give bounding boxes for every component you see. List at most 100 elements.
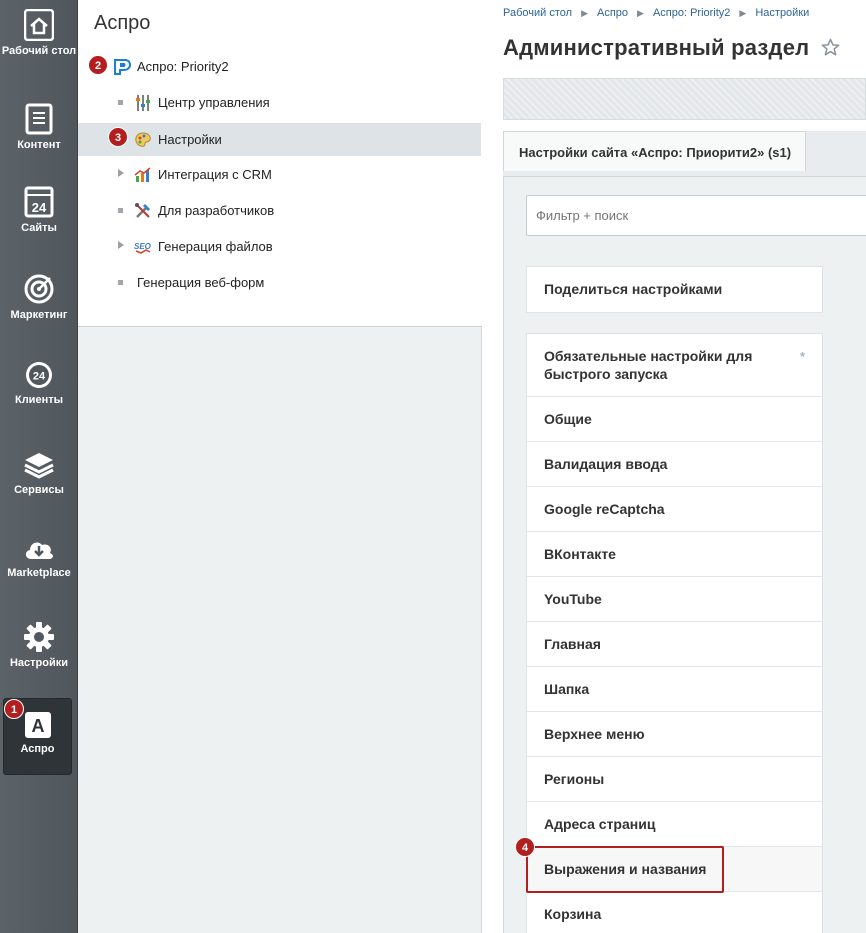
step-badge-2: 2 <box>88 55 108 75</box>
section-item-top-menu[interactable]: Верхнее меню <box>527 712 822 757</box>
menu-item-control-center[interactable]: Центр управления <box>78 86 481 118</box>
sidebar-item-marketing[interactable]: Маркетинг <box>0 273 78 321</box>
palette-icon <box>135 132 151 147</box>
section-label: YouTube <box>544 591 602 607</box>
section-item-cart[interactable]: Корзина <box>527 892 822 933</box>
bullet-icon <box>118 208 123 213</box>
section-item-recaptcha[interactable]: Google reCaptcha <box>527 487 822 532</box>
menu-item-label: Центр управления <box>158 95 270 110</box>
sidebar-item-settings[interactable]: Настройки <box>0 621 78 669</box>
bullet-icon <box>118 100 123 105</box>
sidebar-label: Сайты <box>21 222 57 234</box>
sidebar-label: Настройки <box>9 657 69 669</box>
star-icon[interactable] <box>821 38 840 57</box>
breadcrumb-link-settings[interactable]: Настройки <box>755 7 809 19</box>
tools-icon <box>135 203 150 218</box>
step-badge-1: 1 <box>4 699 24 719</box>
section-menu: Аспро Аспро: Priority2 Центр управления <box>78 0 482 327</box>
target-icon <box>24 274 54 304</box>
breadcrumb-link-aspro[interactable]: Аспро <box>597 7 628 19</box>
sidebar-label: Marketplace <box>7 567 71 579</box>
clients-24-icon: 24 <box>26 362 52 388</box>
svg-text:24: 24 <box>33 371 46 383</box>
sidebar-item-desktop[interactable]: Рабочий стол <box>0 9 78 57</box>
section-item-regions[interactable]: Регионы <box>527 757 822 802</box>
settings-sections-list: Обязательные настройки для быстрого запу… <box>526 333 823 933</box>
section-label: Обязательные настройки для быстрого запу… <box>544 348 753 382</box>
sidebar-item-services[interactable]: Сервисы <box>0 450 78 496</box>
gear-icon <box>24 622 54 652</box>
menu-item-label: Настройки <box>158 132 222 147</box>
menu-item-label: Генерация веб-форм <box>137 275 265 290</box>
section-item-main[interactable]: Главная <box>527 622 822 667</box>
page-title: Административный раздел <box>503 35 810 60</box>
section-label: Общие <box>544 411 592 427</box>
required-asterisk: * <box>799 349 805 364</box>
step-badge-3: 3 <box>108 127 128 147</box>
tab-site-settings[interactable]: Настройки сайта «Аспро: Приорити2» (s1) <box>503 131 806 171</box>
section-label: ВКонтакте <box>544 546 616 562</box>
layers-icon <box>24 453 54 479</box>
menu-item-label: Интеграция с CRM <box>158 167 272 182</box>
menu-title: Аспро <box>94 12 151 34</box>
calendar-24-icon: 24 <box>24 186 54 218</box>
menu-item-aspro-priority2[interactable]: Аспро: Priority2 <box>78 50 481 82</box>
menu-item-developers[interactable]: Для разработчиков <box>78 194 481 226</box>
main-sidebar: Рабочий стол Контент 24 Сайты Маркетинг … <box>0 0 78 933</box>
main-content: Рабочий стол ▶ Аспро ▶ Аспро: Priority2 ▶ Наст… <box>482 0 866 933</box>
section-item-header[interactable]: Шапка <box>527 667 822 712</box>
breadcrumb-link-priority2[interactable]: Аспро: Priority2 <box>653 7 730 19</box>
sidebar-label: Сервисы <box>14 484 64 496</box>
section-item-input-validation[interactable]: Валидация ввода <box>527 442 822 487</box>
svg-text:SEO: SEO <box>134 242 152 251</box>
sidebar-label: Контент <box>17 139 61 151</box>
search-input[interactable] <box>526 195 866 236</box>
breadcrumb-separator-icon: ▶ <box>581 8 588 18</box>
svg-text:A: A <box>31 716 44 736</box>
expand-arrow-icon[interactable] <box>118 169 124 177</box>
menu-item-label: Аспро: Priority2 <box>137 59 229 74</box>
section-item-general[interactable]: Общие <box>527 397 822 442</box>
menu-item-file-generation[interactable]: SEO Генерация файлов <box>78 230 481 262</box>
sidebar-item-marketplace[interactable]: Marketplace <box>0 535 78 579</box>
section-label: Регионы <box>544 771 605 787</box>
svg-text:24: 24 <box>32 200 47 215</box>
section-label: Google reCaptcha <box>544 501 665 517</box>
section-label: Верхнее меню <box>544 726 645 742</box>
aspro-a-icon: A <box>24 712 51 738</box>
toolbar-strip <box>503 78 866 120</box>
highlight-frame <box>526 846 724 893</box>
menu-item-crm-integration[interactable]: Интеграция с CRM <box>78 158 481 190</box>
settings-panel: Поделиться настройками Обязательные наст… <box>503 177 866 933</box>
home-icon <box>24 9 54 41</box>
section-label: Шапка <box>544 681 590 697</box>
section-menu-panel: Аспро Аспро: Priority2 Центр управления <box>78 0 482 933</box>
section-label: Валидация ввода <box>544 456 668 472</box>
menu-item-settings[interactable]: Настройки <box>78 123 481 156</box>
sidebar-item-clients[interactable]: 24 Клиенты <box>0 360 78 406</box>
section-item-vkontakte[interactable]: ВКонтакте <box>527 532 822 577</box>
control-center-icon <box>136 95 150 111</box>
share-settings-button[interactable]: Поделиться настройками <box>527 267 822 312</box>
menu-item-webform-generation[interactable]: Генерация веб-форм <box>78 266 481 298</box>
sidebar-label: Маркетинг <box>10 309 68 321</box>
step-badge-4: 4 <box>515 837 535 857</box>
expand-arrow-icon[interactable] <box>118 241 124 249</box>
sidebar-item-sites[interactable]: 24 Сайты <box>0 186 78 234</box>
seo-icon: SEO <box>134 242 152 254</box>
share-settings-label: Поделиться настройками <box>544 281 723 297</box>
menu-item-label: Для разработчиков <box>158 203 275 218</box>
bullet-icon <box>118 280 123 285</box>
section-item-quick-start[interactable]: Обязательные настройки для быстрого запу… <box>527 334 822 397</box>
cloud-download-icon <box>25 542 53 559</box>
breadcrumb-link-desktop[interactable]: Рабочий стол <box>503 7 572 19</box>
section-item-page-addresses[interactable]: Адреса страниц <box>527 802 822 847</box>
section-item-youtube[interactable]: YouTube <box>527 577 822 622</box>
sidebar-label: Клиенты <box>14 394 63 406</box>
sidebar-label: Рабочий стол <box>1 45 77 57</box>
breadcrumb: Рабочий стол ▶ Аспро ▶ Аспро: Priority2 ▶ Наст… <box>503 7 809 19</box>
tab-bar: Настройки сайта «Аспро: Приорити2» (s1) <box>503 131 866 177</box>
sidebar-item-content[interactable]: Контент <box>0 103 78 151</box>
section-label: Главная <box>544 636 601 652</box>
document-icon <box>25 103 53 135</box>
